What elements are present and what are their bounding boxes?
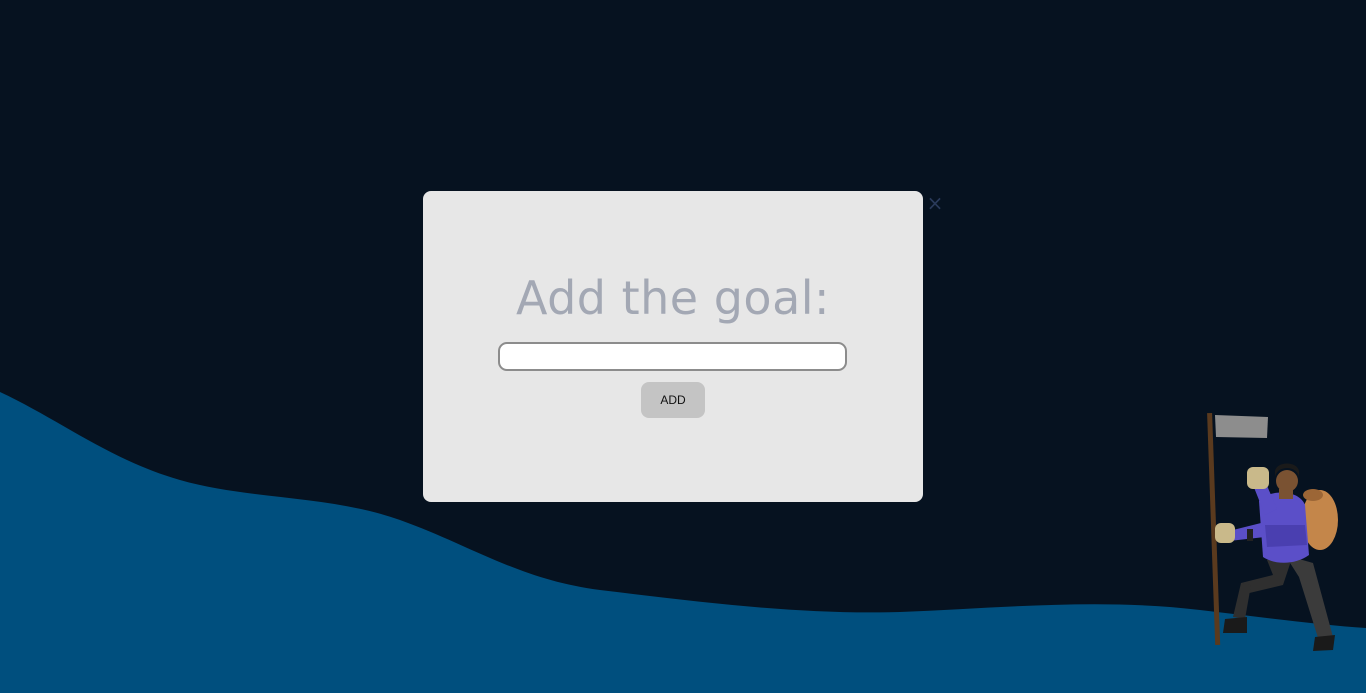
goal-input[interactable] bbox=[498, 342, 847, 371]
modal-title: Add the goal: bbox=[515, 271, 831, 325]
page-background: Add the goal: ADD × bbox=[0, 0, 1366, 693]
close-icon[interactable]: × bbox=[925, 192, 945, 214]
add-goal-modal: Add the goal: ADD bbox=[423, 191, 923, 502]
add-button[interactable]: ADD bbox=[641, 382, 705, 418]
hiker-with-flag-illustration bbox=[1207, 412, 1338, 651]
